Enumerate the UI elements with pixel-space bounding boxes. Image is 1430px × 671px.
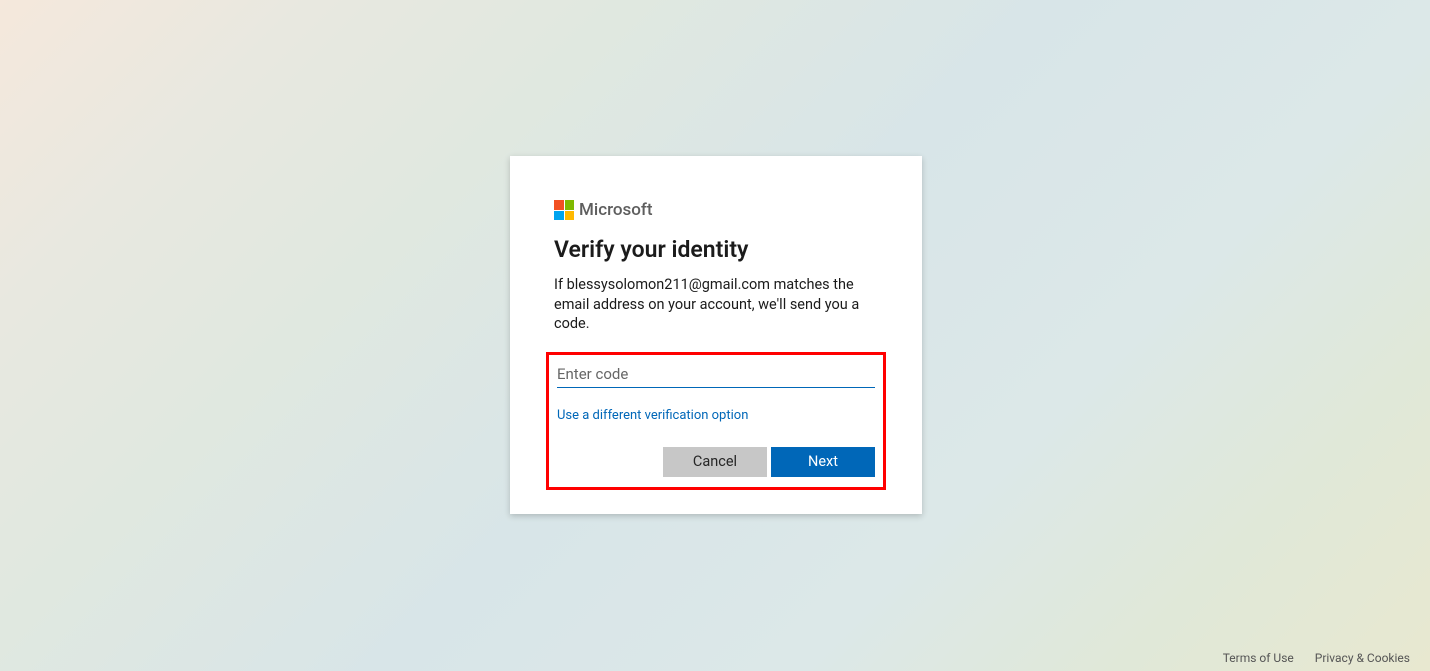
brand-name: Microsoft <box>579 200 653 220</box>
highlighted-region: Use a different verification option Canc… <box>546 352 886 490</box>
code-input[interactable] <box>557 361 875 388</box>
verify-identity-card: Microsoft Verify your identity If blessy… <box>510 156 922 514</box>
page-title: Verify your identity <box>554 236 878 263</box>
verify-description: If blessysolomon211@gmail.com matches th… <box>554 275 878 334</box>
footer-links: Terms of Use Privacy & Cookies <box>1205 651 1410 665</box>
privacy-cookies-link[interactable]: Privacy & Cookies <box>1315 651 1410 665</box>
next-button[interactable]: Next <box>771 447 875 477</box>
cancel-button[interactable]: Cancel <box>663 447 767 477</box>
brand-row: Microsoft <box>554 200 878 220</box>
button-row: Cancel Next <box>557 447 875 477</box>
different-verification-link[interactable]: Use a different verification option <box>557 408 875 423</box>
terms-of-use-link[interactable]: Terms of Use <box>1223 651 1294 665</box>
microsoft-logo-icon <box>554 200 574 220</box>
